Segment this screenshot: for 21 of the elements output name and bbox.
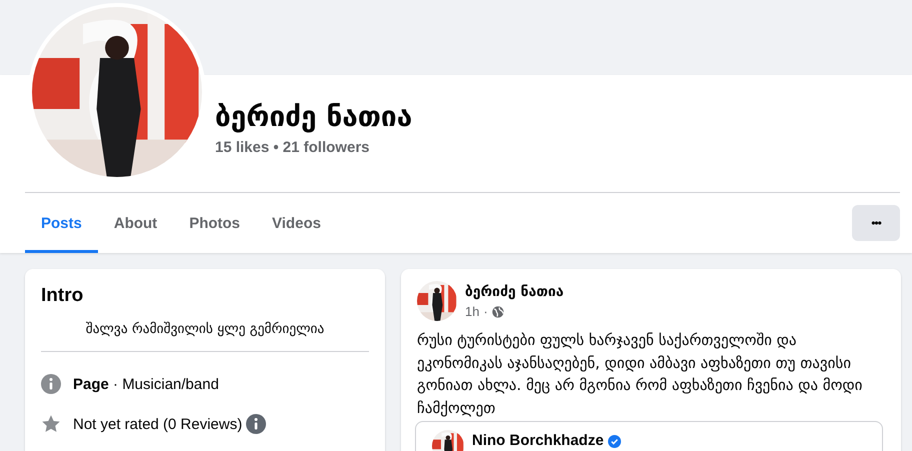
info-icon[interactable] bbox=[246, 414, 266, 434]
profile-tab[interactable]: Posts bbox=[25, 196, 98, 253]
profile-name: ბერიძე ნათია bbox=[215, 100, 412, 133]
author-avatar[interactable] bbox=[417, 281, 457, 321]
separator-dot: · bbox=[483, 304, 488, 319]
profile-tab[interactable]: Photos bbox=[173, 196, 256, 253]
intro-bio: შალვა რამიშვილის ყლე გემრიელია bbox=[41, 307, 369, 352]
post-author[interactable]: ბერიძე ნათია bbox=[465, 284, 564, 300]
rating-text: Not yet rated (0 Reviews) bbox=[73, 416, 242, 432]
more-button[interactable]: ••• bbox=[852, 205, 900, 241]
intro-title: Intro bbox=[41, 285, 84, 307]
page-category: Page · Musician/band bbox=[73, 376, 219, 392]
profile-tab[interactable]: About bbox=[98, 196, 174, 253]
star-icon bbox=[41, 414, 61, 434]
profile-stats: 15 likes • 21 followers bbox=[215, 139, 370, 156]
info-icon bbox=[41, 374, 61, 394]
post-text: რუსი ტურისტები ფულს ხარჯავენ საქართველოში და ეკონომიკას აჯანსაღებენ, დიდი ამბავი აფხაზეთი თუ თავისი გონიათ ახლა. მეც არ მგონია რომ აფხაზეთი ჩვენია და მოდი ჩამქოლეთ bbox=[417, 330, 864, 418]
post-time[interactable]: 1h bbox=[465, 304, 480, 319]
shared-post[interactable]: Nino Borchkhadze bbox=[415, 421, 883, 451]
profile-tab[interactable]: Videos bbox=[256, 196, 337, 253]
shared-author[interactable]: Nino Borchkhadze bbox=[472, 432, 604, 449]
